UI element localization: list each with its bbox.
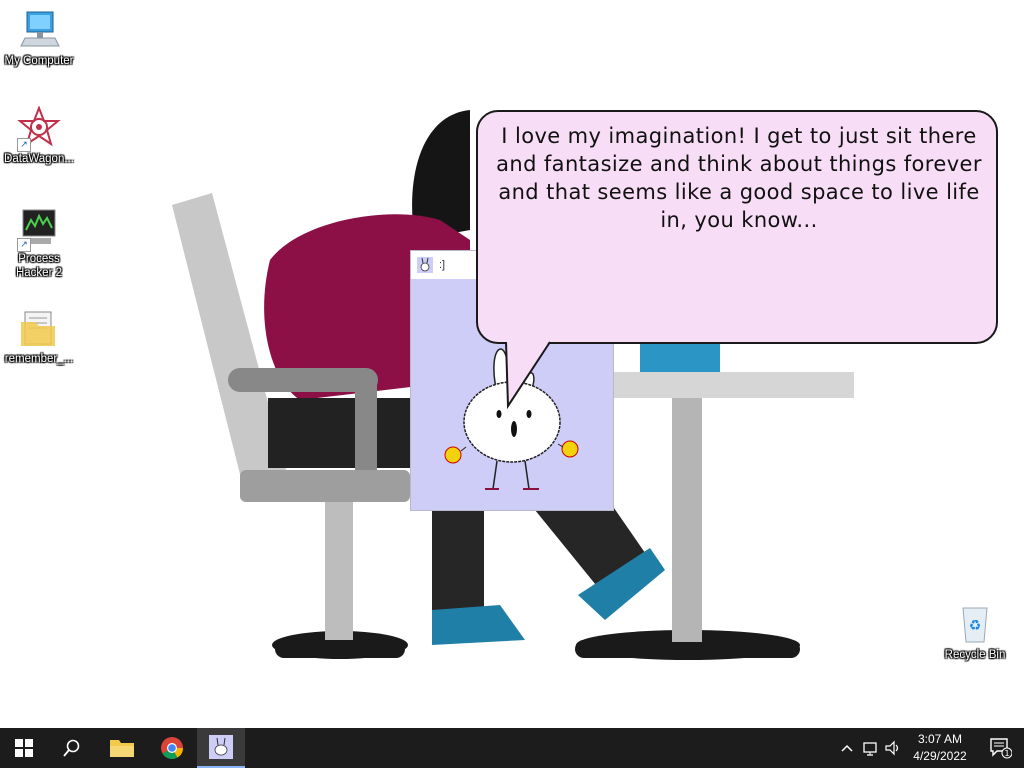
search-icon: [63, 739, 80, 757]
speech-bubble: I love my imagination! I get to just sit…: [476, 110, 998, 344]
computer-icon: [17, 8, 61, 52]
desktop-icon-label: DataWagon...: [4, 153, 74, 165]
svg-text:♻: ♻: [969, 618, 982, 634]
speech-bubble-text: I love my imagination! I get to just sit…: [496, 124, 982, 232]
desktop-icon-label: My Computer: [4, 55, 74, 67]
folder-icon: [17, 306, 61, 350]
recycle-bin-icon: ♻: [953, 602, 997, 646]
desk-leg: [672, 392, 702, 642]
folder-icon: [110, 740, 134, 757]
process-hacker-icon: ↗: [17, 206, 61, 252]
shoe-left: [432, 605, 525, 645]
search-button[interactable]: [48, 728, 96, 768]
start-button[interactable]: [0, 728, 48, 768]
chevron-up-icon[interactable]: [838, 738, 856, 758]
app-window-title: :]: [439, 259, 446, 271]
windows-logo-icon: [15, 739, 33, 757]
taskbar-clock[interactable]: 3:07 AM 4/29/2022: [906, 731, 974, 765]
bunny-app-taskbar-button[interactable]: [197, 728, 245, 768]
chrome-button[interactable]: [148, 728, 196, 768]
desk-top: [600, 372, 854, 398]
shortcut-arrow-icon: ↗: [17, 238, 31, 252]
chair-seat: [240, 470, 410, 502]
chrome-icon: [161, 737, 183, 759]
taskbar: 3:07 AM 4/29/2022 1: [0, 728, 1024, 768]
bunny-icon: [417, 257, 433, 273]
clock-time: 3:07 AM: [917, 732, 963, 746]
shortcut-arrow-icon: ↗: [17, 138, 31, 152]
clock-date: 4/29/2022: [913, 749, 967, 763]
desktop-icon-label: Process Hacker 2: [15, 253, 63, 279]
file-explorer-button[interactable]: [98, 728, 146, 768]
notification-count: 1: [1004, 749, 1009, 758]
volume-icon[interactable]: [884, 738, 902, 758]
bunny-icon: [209, 735, 233, 759]
desktop-icon-label: remember_...: [4, 353, 74, 365]
desktop-icon-datawagon[interactable]: ↗ DataWagon...: [1, 105, 77, 166]
desktop-icon-recycle-bin[interactable]: ♻ Recycle Bin: [937, 602, 1013, 662]
notification-icon: 1: [990, 738, 1012, 759]
desktop-icon-remember[interactable]: remember_...: [1, 306, 77, 366]
network-icon[interactable]: [862, 738, 880, 758]
desktop-icon-process-hacker[interactable]: ↗ Process Hacker 2: [1, 206, 77, 280]
speech-bubble-tail: [505, 340, 551, 410]
desktop-icon-label: Recycle Bin: [944, 649, 1006, 661]
notification-center-button[interactable]: 1: [976, 728, 1024, 768]
datawagon-icon: ↗: [17, 105, 61, 152]
desktop-icon-my-computer[interactable]: My Computer: [1, 8, 77, 68]
